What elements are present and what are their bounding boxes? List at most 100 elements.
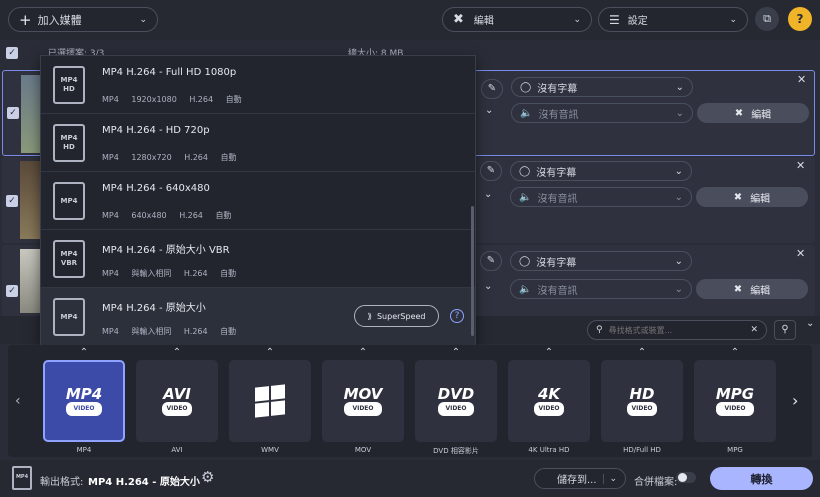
popup-scrollbar[interactable]: [471, 206, 474, 336]
select-all-checkbox[interactable]: ✓: [6, 47, 18, 59]
output-settings-button[interactable]: ⚙: [201, 468, 214, 486]
preset-meta: MP4 與輸入相同 H.264 自動: [102, 269, 237, 278]
format-card-avi[interactable]: AVI VIDEO: [136, 360, 218, 442]
save-to-label: 儲存到...: [557, 475, 597, 486]
chevron-up-icon: ⌃: [637, 347, 647, 358]
format-card-dvd[interactable]: DVD VIDEO: [415, 360, 497, 442]
mp4-logo-icon: MP4 VIDEO: [65, 386, 103, 416]
format-label: AVI: [171, 446, 183, 454]
rename-icon[interactable]: ✎: [481, 79, 503, 99]
row-edit-button[interactable]: ✖ 編輯: [696, 279, 808, 299]
subtitle-dropdown[interactable]: ◯ 沒有字幕 ⌄: [510, 161, 692, 181]
tools-icon: ✖: [733, 283, 743, 295]
audio-dropdown[interactable]: 🔈 沒有音訊 ⌄: [511, 103, 693, 123]
edit-dropdown-label: 編輯: [473, 16, 494, 27]
sliders-icon: ☰: [609, 12, 620, 27]
clear-icon[interactable]: ✕: [750, 325, 758, 335]
preset-meta: MP4 640x480 H.264 自動: [102, 211, 232, 220]
chevron-down-icon: ⌄: [675, 107, 684, 119]
add-media-button[interactable]: + 加入媒體 ⌄: [8, 7, 158, 32]
preset-dropdown-menu: MP4 HD MP4 H.264 - Full HD 1080p MP4 1920…: [40, 55, 476, 346]
preset-item[interactable]: MP4 HD MP4 H.264 - Full HD 1080p MP4 1920…: [41, 56, 475, 114]
chevron-down-icon: ⌄: [674, 165, 683, 177]
help-button[interactable]: ?: [788, 7, 812, 31]
share-button[interactable]: ⧉: [755, 7, 779, 31]
device-search-icon: ⚲: [781, 324, 789, 335]
subtitle-dropdown[interactable]: ◯ 沒有字幕 ⌄: [511, 77, 693, 97]
chevron-up-icon: ⌃: [544, 347, 554, 358]
audio-dropdown[interactable]: 🔈 沒有音訊 ⌄: [510, 279, 692, 299]
preset-item[interactable]: MP4 HD MP4 H.264 - HD 720p MP4 1280x720 H…: [41, 114, 475, 172]
format-search[interactable]: ⚲ ✕: [587, 320, 767, 340]
audio-dropdown[interactable]: 🔈 沒有音訊 ⌄: [510, 187, 692, 207]
format-card-mp4[interactable]: MP4 VIDEO: [43, 360, 125, 442]
format-card-mpg[interactable]: MPG VIDEO: [694, 360, 776, 442]
info-icon[interactable]: ?: [450, 309, 464, 323]
superspeed-badge[interactable]: ⟫ SuperSpeed: [354, 305, 439, 327]
hd-logo-icon: HD VIDEO: [627, 386, 657, 416]
search-icon: ⚲: [596, 325, 603, 335]
chevron-down-icon: ⌄: [675, 81, 684, 93]
close-icon[interactable]: ✕: [796, 159, 805, 172]
tools-icon: ✖: [733, 191, 743, 203]
preset-title: MP4 H.264 - 原始大小: [102, 303, 206, 314]
subtitle-dropdown[interactable]: ◯ 沒有字幕 ⌄: [510, 251, 692, 271]
edit-dropdown[interactable]: ✖ 編輯 ⌄: [442, 7, 592, 32]
question-icon: ?: [796, 12, 804, 26]
close-icon[interactable]: ✕: [796, 247, 805, 260]
avi-logo-icon: AVI VIDEO: [162, 386, 192, 416]
preset-item[interactable]: MP4 MP4 H.264 - 640x480 MP4 640x480 H.26…: [41, 172, 475, 230]
format-card-mov[interactable]: MOV VIDEO: [322, 360, 404, 442]
chevron-down-icon: ⌄: [573, 14, 581, 25]
format-label: MOV: [354, 446, 372, 454]
collapse-panel-icon[interactable]: ⌄: [806, 318, 814, 329]
video-thumbnail[interactable]: [21, 75, 41, 153]
format-card-wmv[interactable]: [229, 360, 311, 442]
subtitle-label: 沒有字幕: [536, 167, 577, 179]
video-thumbnail[interactable]: [20, 249, 40, 313]
output-format-value: MP4 H.264 - 原始大小: [88, 477, 200, 488]
plus-icon: +: [19, 10, 32, 29]
save-to-dropdown[interactable]: 儲存到... ⌄: [534, 468, 626, 489]
chevron-down-icon[interactable]: ⌄: [484, 189, 492, 200]
convert-button[interactable]: 轉換: [710, 467, 813, 490]
format-card-hd[interactable]: HD VIDEO: [601, 360, 683, 442]
preset-title: MP4 H.264 - 原始大小 VBR: [102, 245, 230, 256]
share-icon: ⧉: [763, 12, 771, 25]
device-search-button[interactable]: ⚲: [774, 320, 796, 340]
gear-icon: ⚙: [201, 468, 215, 486]
audio-label: 沒有音訊: [538, 109, 579, 121]
row-checkbox[interactable]: ✓: [6, 285, 18, 297]
rename-icon[interactable]: ✎: [480, 161, 502, 181]
preset-item[interactable]: MP4 VBR MP4 H.264 - 原始大小 VBR MP4 與輸入相同 H.…: [41, 230, 475, 288]
chevron-down-icon[interactable]: ⌄: [485, 105, 493, 116]
close-icon[interactable]: ✕: [797, 73, 806, 86]
preset-item-selected[interactable]: MP4 MP4 H.264 - 原始大小 MP4 與輸入相同 H.264 自動 …: [41, 288, 475, 346]
chevron-down-icon: ⌄: [603, 473, 617, 484]
mp4-file-icon: MP4: [53, 182, 85, 220]
bottom-bar: MP4 輸出格式: MP4 H.264 - 原始大小 ⚙ 儲存到... ⌄ 合併…: [0, 460, 820, 497]
row-edit-button[interactable]: ✖ 編輯: [696, 187, 808, 207]
mp4-file-icon: MP4 VBR: [53, 240, 85, 278]
scroll-left-icon[interactable]: ‹: [15, 393, 21, 409]
audio-label: 沒有音訊: [537, 285, 578, 297]
row-checkbox[interactable]: ✓: [6, 195, 18, 207]
rename-icon[interactable]: ✎: [480, 251, 502, 271]
subtitle-label: 沒有字幕: [536, 257, 577, 269]
4k-logo-icon: 4K VIDEO: [534, 386, 564, 416]
chevron-down-icon[interactable]: ⌄: [484, 281, 492, 292]
format-selector: ‹ ⌃ MP4 VIDEO MP4 ⌃ AVI VIDEO AVI ⌃ WMV ⌃ …: [8, 345, 812, 457]
mp4-file-icon: MP4 HD: [53, 124, 85, 162]
format-label: HD/Full HD: [623, 446, 661, 454]
chevron-up-icon: ⌃: [730, 347, 740, 358]
video-thumbnail[interactable]: [20, 161, 40, 239]
merge-files-toggle[interactable]: [676, 472, 696, 483]
mp4-file-icon: MP4: [53, 298, 85, 336]
scroll-right-icon[interactable]: ›: [792, 391, 798, 410]
settings-dropdown[interactable]: ☰ 設定 ⌄: [598, 7, 748, 32]
format-card-4k[interactable]: 4K VIDEO: [508, 360, 590, 442]
row-edit-button[interactable]: ✖ 編輯: [697, 103, 809, 123]
search-input[interactable]: [608, 325, 739, 335]
top-toolbar: + 加入媒體 ⌄ ✖ 編輯 ⌄ ☰ 設定 ⌄ ⧉ ?: [0, 0, 820, 40]
row-checkbox[interactable]: ✓: [7, 107, 19, 119]
